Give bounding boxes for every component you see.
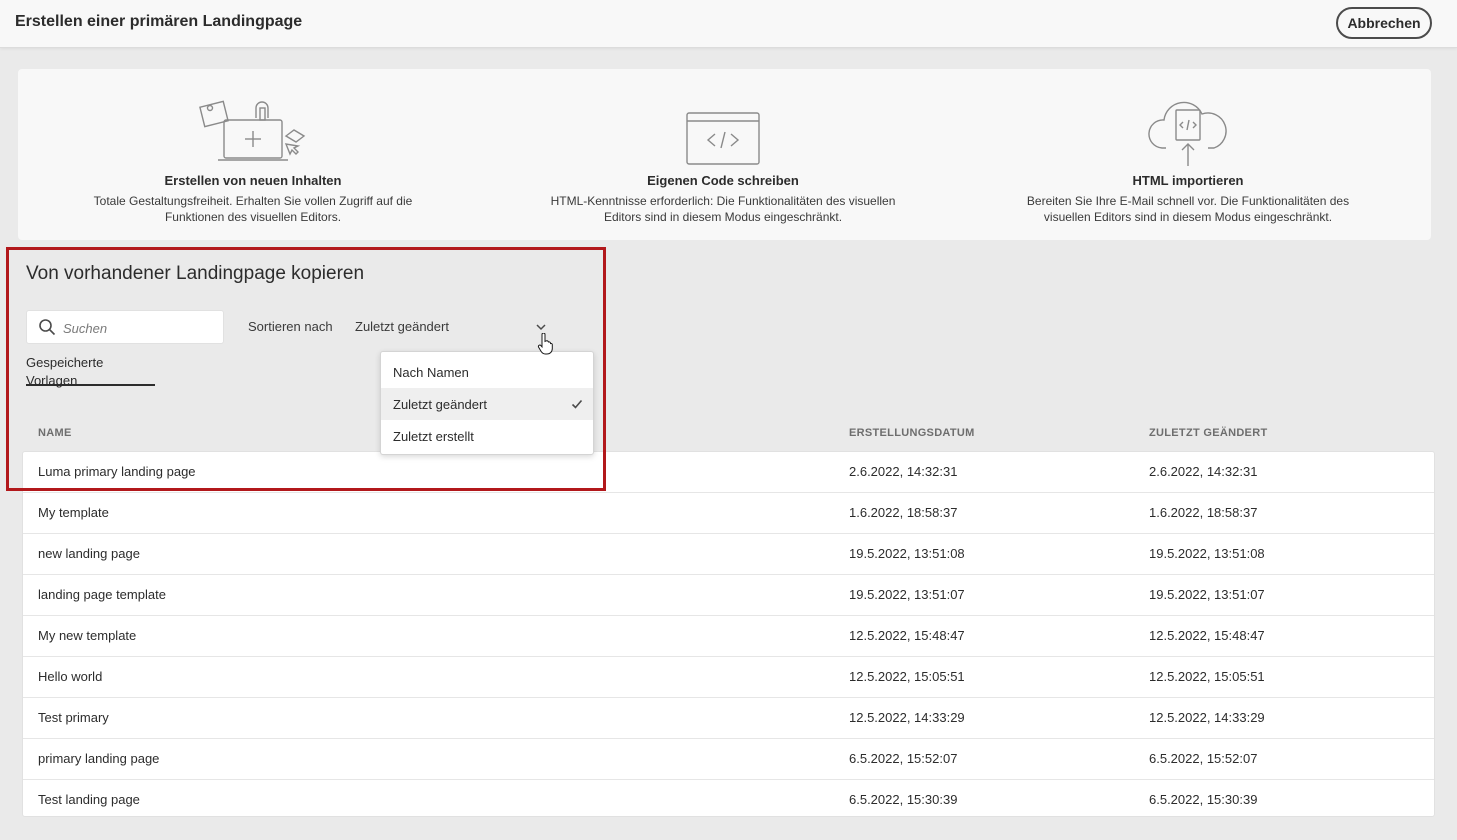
table-row[interactable]: My template 1.6.2022, 18:58:37 1.6.2022,… — [23, 493, 1434, 534]
sort-dropdown-menu: Nach Namen Zuletzt geändert Zuletzt erst… — [380, 351, 594, 455]
cell-name: landing page template — [38, 587, 166, 602]
table-row[interactable]: Luma primary landing page 2.6.2022, 14:3… — [23, 452, 1434, 493]
cell-created: 1.6.2022, 18:58:37 — [849, 505, 958, 520]
cell-modified: 1.6.2022, 18:58:37 — [1149, 505, 1258, 520]
cell-created: 12.5.2022, 15:05:51 — [849, 669, 965, 684]
table-row[interactable]: primary landing page 6.5.2022, 15:52:07 … — [23, 739, 1434, 780]
cell-name: new landing page — [38, 546, 140, 561]
design-canvas-icon — [18, 81, 488, 166]
tab-saved-templates[interactable]: Gespeicherte Vorlagen — [26, 354, 155, 388]
sort-select[interactable]: Zuletzt geändert — [355, 316, 555, 338]
cell-name: My template — [38, 505, 109, 520]
header-bar: Erstellen einer primären Landingpage Abb… — [0, 0, 1457, 48]
tab-label: Gespeicherte Vorlagen — [26, 355, 104, 388]
option-write-code[interactable]: Eigenen Code schreiben HTML-Kenntnisse e… — [488, 69, 958, 240]
table-row[interactable]: Test landing page 6.5.2022, 15:30:39 6.5… — [23, 780, 1434, 821]
menu-item-last-modified[interactable]: Zuletzt geändert — [381, 388, 593, 420]
cell-created: 2.6.2022, 14:32:31 — [849, 464, 958, 479]
creation-options-card: Erstellen von neuen Inhalten Totale Gest… — [18, 69, 1431, 240]
menu-item-last-created[interactable]: Zuletzt erstellt — [381, 420, 593, 452]
table-row[interactable]: Hello world 12.5.2022, 15:05:51 12.5.202… — [23, 657, 1434, 698]
sort-value: Zuletzt geändert — [355, 319, 449, 334]
menu-item-by-name[interactable]: Nach Namen — [381, 356, 593, 388]
column-header-modified[interactable]: ZULETZT GEÄNDERT — [1149, 427, 1267, 439]
menu-item-label: Zuletzt geändert — [393, 397, 487, 412]
cell-modified: 19.5.2022, 13:51:08 — [1149, 546, 1265, 561]
cell-name: Luma primary landing page — [38, 464, 196, 479]
hand-cursor-icon — [537, 333, 553, 355]
cell-name: Hello world — [38, 669, 103, 684]
cancel-button[interactable]: Abbrechen — [1336, 7, 1432, 39]
checkmark-icon — [571, 399, 583, 409]
option-design-from-scratch[interactable]: Erstellen von neuen Inhalten Totale Gest… — [18, 69, 488, 240]
cell-modified: 6.5.2022, 15:30:39 — [1149, 792, 1258, 807]
option-import-html[interactable]: HTML importieren Bereiten Sie Ihre E-Mai… — [953, 69, 1423, 240]
templates-table: Luma primary landing page 2.6.2022, 14:3… — [22, 451, 1435, 817]
column-header-name[interactable]: NAME — [38, 427, 72, 439]
cell-modified: 12.5.2022, 15:48:47 — [1149, 628, 1265, 643]
cell-created: 12.5.2022, 14:33:29 — [849, 710, 965, 725]
option-title: Erstellen von neuen Inhalten — [164, 173, 342, 188]
cell-modified: 19.5.2022, 13:51:07 — [1149, 587, 1265, 602]
menu-item-label: Nach Namen — [393, 365, 469, 380]
column-header-created[interactable]: ERSTELLUNGSDATUM — [849, 427, 975, 439]
cell-modified: 12.5.2022, 14:33:29 — [1149, 710, 1265, 725]
cell-name: My new template — [38, 628, 137, 643]
search-icon — [39, 319, 56, 336]
code-window-icon — [488, 81, 958, 166]
cloud-upload-icon — [953, 81, 1423, 166]
cell-name: Test primary — [38, 710, 109, 725]
cell-name: primary landing page — [38, 751, 160, 766]
cell-created: 6.5.2022, 15:52:07 — [849, 751, 958, 766]
menu-item-label: Zuletzt erstellt — [393, 429, 474, 444]
table-row[interactable]: new landing page 19.5.2022, 13:51:08 19.… — [23, 534, 1434, 575]
search-field[interactable] — [26, 310, 224, 344]
cell-modified: 2.6.2022, 14:32:31 — [1149, 464, 1258, 479]
cell-created: 12.5.2022, 15:48:47 — [849, 628, 965, 643]
copy-section-title: Von vorhandener Landingpage kopieren — [26, 263, 365, 284]
sort-label: Sortieren nach — [248, 319, 333, 334]
option-description: Totale Gestaltungsfreiheit. Erhalten Sie… — [93, 194, 413, 224]
table-row[interactable]: My new template 12.5.2022, 15:48:47 12.5… — [23, 616, 1434, 657]
search-input[interactable] — [63, 317, 213, 339]
page-title: Erstellen einer primären Landingpage — [15, 13, 303, 30]
table-row[interactable]: landing page template 19.5.2022, 13:51:0… — [23, 575, 1434, 616]
cell-created: 6.5.2022, 15:30:39 — [849, 792, 958, 807]
option-title: Eigenen Code schreiben — [647, 173, 799, 188]
cell-created: 19.5.2022, 13:51:07 — [849, 587, 965, 602]
option-description: Bereiten Sie Ihre E-Mail schnell vor. Di… — [1026, 194, 1350, 224]
table-row[interactable]: Test primary 12.5.2022, 14:33:29 12.5.20… — [23, 698, 1434, 739]
cell-modified: 12.5.2022, 15:05:51 — [1149, 669, 1265, 684]
option-title: HTML importieren — [1132, 173, 1244, 188]
cell-name: Test landing page — [38, 792, 140, 807]
cell-created: 19.5.2022, 13:51:08 — [849, 546, 965, 561]
cell-modified: 6.5.2022, 15:52:07 — [1149, 751, 1258, 766]
chevron-down-icon — [536, 324, 546, 331]
option-description: HTML-Kenntnisse erforderlich: Die Funkti… — [550, 194, 896, 224]
